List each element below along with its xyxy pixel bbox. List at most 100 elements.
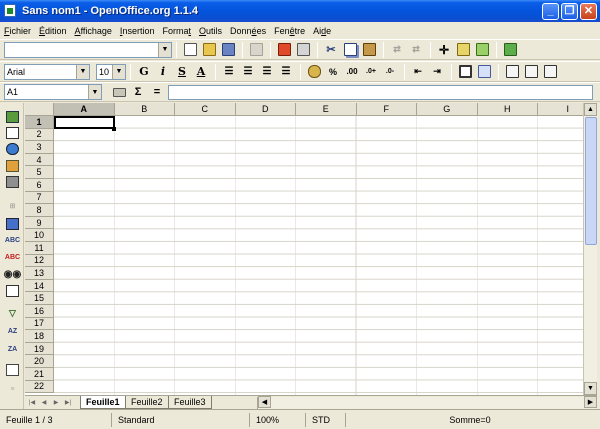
- sort-descending-icon[interactable]: ZA: [6, 343, 19, 355]
- sheet-tab-2[interactable]: Feuille2: [125, 396, 169, 409]
- binoculars-icon[interactable]: ◉◉: [4, 268, 21, 280]
- menu-fenetre[interactable]: Fenêtre: [274, 26, 305, 36]
- app-document-icon[interactable]: [4, 4, 18, 18]
- frame-style-2-button[interactable]: [522, 63, 540, 81]
- status-zoom[interactable]: 100%: [250, 412, 306, 427]
- function-wizard-button[interactable]: [110, 83, 128, 101]
- horizontal-scrollbar[interactable]: ◀ ▶: [257, 396, 597, 409]
- font-size-combo[interactable]: 10 ▼: [96, 63, 126, 80]
- row-header-17[interactable]: 17: [25, 317, 54, 331]
- standard-format-button[interactable]: .00: [343, 63, 361, 81]
- align-left-button[interactable]: ☰: [220, 63, 238, 81]
- row-header-7[interactable]: 7: [25, 191, 54, 205]
- sort-ascending-icon[interactable]: AZ: [6, 325, 19, 337]
- stylist-button[interactable]: [454, 41, 472, 59]
- column-header-b[interactable]: B: [114, 103, 175, 116]
- insert-icon[interactable]: [6, 111, 19, 123]
- row-header-8[interactable]: 8: [25, 204, 54, 217]
- maximize-button[interactable]: ❐: [561, 3, 578, 20]
- show-draw-functions-icon[interactable]: [6, 364, 19, 376]
- bold-button[interactable]: G: [135, 63, 153, 81]
- row-header-22[interactable]: 22: [25, 380, 54, 394]
- menu-aide[interactable]: Aide: [313, 26, 331, 36]
- edit-file-button[interactable]: [181, 41, 199, 59]
- menu-affichage[interactable]: Affichage: [75, 26, 112, 36]
- scroll-up-arrow[interactable]: ▲: [584, 103, 597, 116]
- row-header-6[interactable]: 6: [25, 179, 54, 192]
- name-box[interactable]: A1 ▼: [4, 84, 102, 100]
- url-combo[interactable]: ▼: [4, 41, 172, 58]
- row-header-15[interactable]: 15: [25, 292, 54, 305]
- draw-functions-icon[interactable]: [6, 160, 19, 172]
- row-header-9[interactable]: 9: [25, 216, 54, 230]
- first-sheet-icon[interactable]: |◀: [27, 397, 37, 408]
- status-selection-mode[interactable]: STD: [306, 412, 346, 427]
- last-sheet-icon[interactable]: ▶|: [63, 397, 73, 408]
- copy-button[interactable]: [341, 41, 359, 59]
- row-header-20[interactable]: 20: [25, 355, 54, 368]
- prev-sheet-icon[interactable]: ◀: [39, 397, 49, 408]
- save-button[interactable]: [219, 41, 237, 59]
- formula-input[interactable]: [168, 85, 593, 100]
- navigator-button[interactable]: ✛: [435, 41, 453, 59]
- chevron-down-icon[interactable]: ▼: [76, 64, 89, 79]
- underline-button[interactable]: S: [173, 63, 191, 81]
- redo-button[interactable]: ⇄: [407, 41, 425, 59]
- row-header-2[interactable]: 2: [25, 128, 54, 142]
- auto-spellcheck-icon[interactable]: ABC: [5, 251, 20, 263]
- row-header-13[interactable]: 13: [25, 267, 54, 280]
- column-header-f[interactable]: F: [356, 103, 417, 116]
- italic-button[interactable]: i: [154, 63, 172, 81]
- column-header-a[interactable]: A: [54, 103, 115, 116]
- justify-button[interactable]: ☰: [277, 63, 295, 81]
- print-button[interactable]: [294, 41, 312, 59]
- column-header-d[interactable]: D: [235, 103, 296, 116]
- percent-button[interactable]: %: [324, 63, 342, 81]
- data-sources-button[interactable]: [501, 41, 519, 59]
- fill-handle[interactable]: [112, 127, 116, 131]
- column-header-e[interactable]: E: [296, 103, 357, 116]
- sheet-tab-1[interactable]: Feuille1: [80, 396, 126, 409]
- scroll-left-arrow[interactable]: ◀: [258, 396, 271, 408]
- status-page-style[interactable]: Standard: [112, 412, 250, 427]
- delete-decimal-button[interactable]: .0-: [381, 63, 399, 81]
- scroll-down-arrow[interactable]: ▼: [584, 382, 597, 395]
- align-center-button[interactable]: ☰: [239, 63, 257, 81]
- menu-donnees[interactable]: Données: [230, 26, 266, 36]
- row-header-1[interactable]: 1: [25, 116, 54, 129]
- spellcheck-icon[interactable]: ABC: [5, 234, 20, 246]
- select-all-corner[interactable]: [25, 103, 54, 116]
- frame-style-1-button[interactable]: [503, 63, 521, 81]
- row-header-21[interactable]: 21: [25, 368, 54, 381]
- chevron-down-icon[interactable]: ▼: [88, 85, 101, 99]
- cut-button[interactable]: ✂: [322, 41, 340, 59]
- next-sheet-icon[interactable]: ▶: [51, 397, 61, 408]
- insert-object-icon[interactable]: [6, 143, 19, 155]
- edit-mode-button[interactable]: [247, 41, 265, 59]
- increase-indent-button[interactable]: ⇥: [428, 63, 446, 81]
- undo-button[interactable]: ⇄: [388, 41, 406, 59]
- data-source-view-icon[interactable]: [6, 285, 19, 297]
- vertical-scrollbar[interactable]: ▲ ▼: [583, 103, 597, 395]
- sheet-tab-3[interactable]: Feuille3: [168, 396, 212, 409]
- scroll-right-arrow[interactable]: ▶: [584, 396, 597, 408]
- row-header-4[interactable]: 4: [25, 153, 54, 167]
- font-color-button[interactable]: A: [192, 63, 210, 81]
- row-header-11[interactable]: 11: [25, 242, 54, 255]
- column-header-h[interactable]: H: [477, 103, 538, 116]
- add-decimal-button[interactable]: .0+: [362, 63, 380, 81]
- background-color-button[interactable]: [475, 63, 493, 81]
- font-name-combo[interactable]: Arial ▼: [4, 63, 90, 80]
- row-header-5[interactable]: 5: [25, 166, 54, 179]
- function-button[interactable]: =: [148, 83, 166, 101]
- cell-grid[interactable]: [54, 116, 583, 395]
- selected-cell[interactable]: [54, 116, 115, 129]
- insert-cells-icon[interactable]: [6, 127, 19, 139]
- row-header-18[interactable]: 18: [25, 330, 54, 343]
- frame-style-3-button[interactable]: [541, 63, 559, 81]
- currency-button[interactable]: [305, 63, 323, 81]
- align-right-button[interactable]: ☰: [258, 63, 276, 81]
- row-header-10[interactable]: 10: [25, 229, 54, 242]
- row-header-12[interactable]: 12: [25, 254, 54, 268]
- autofilter-icon[interactable]: ▽: [6, 307, 19, 319]
